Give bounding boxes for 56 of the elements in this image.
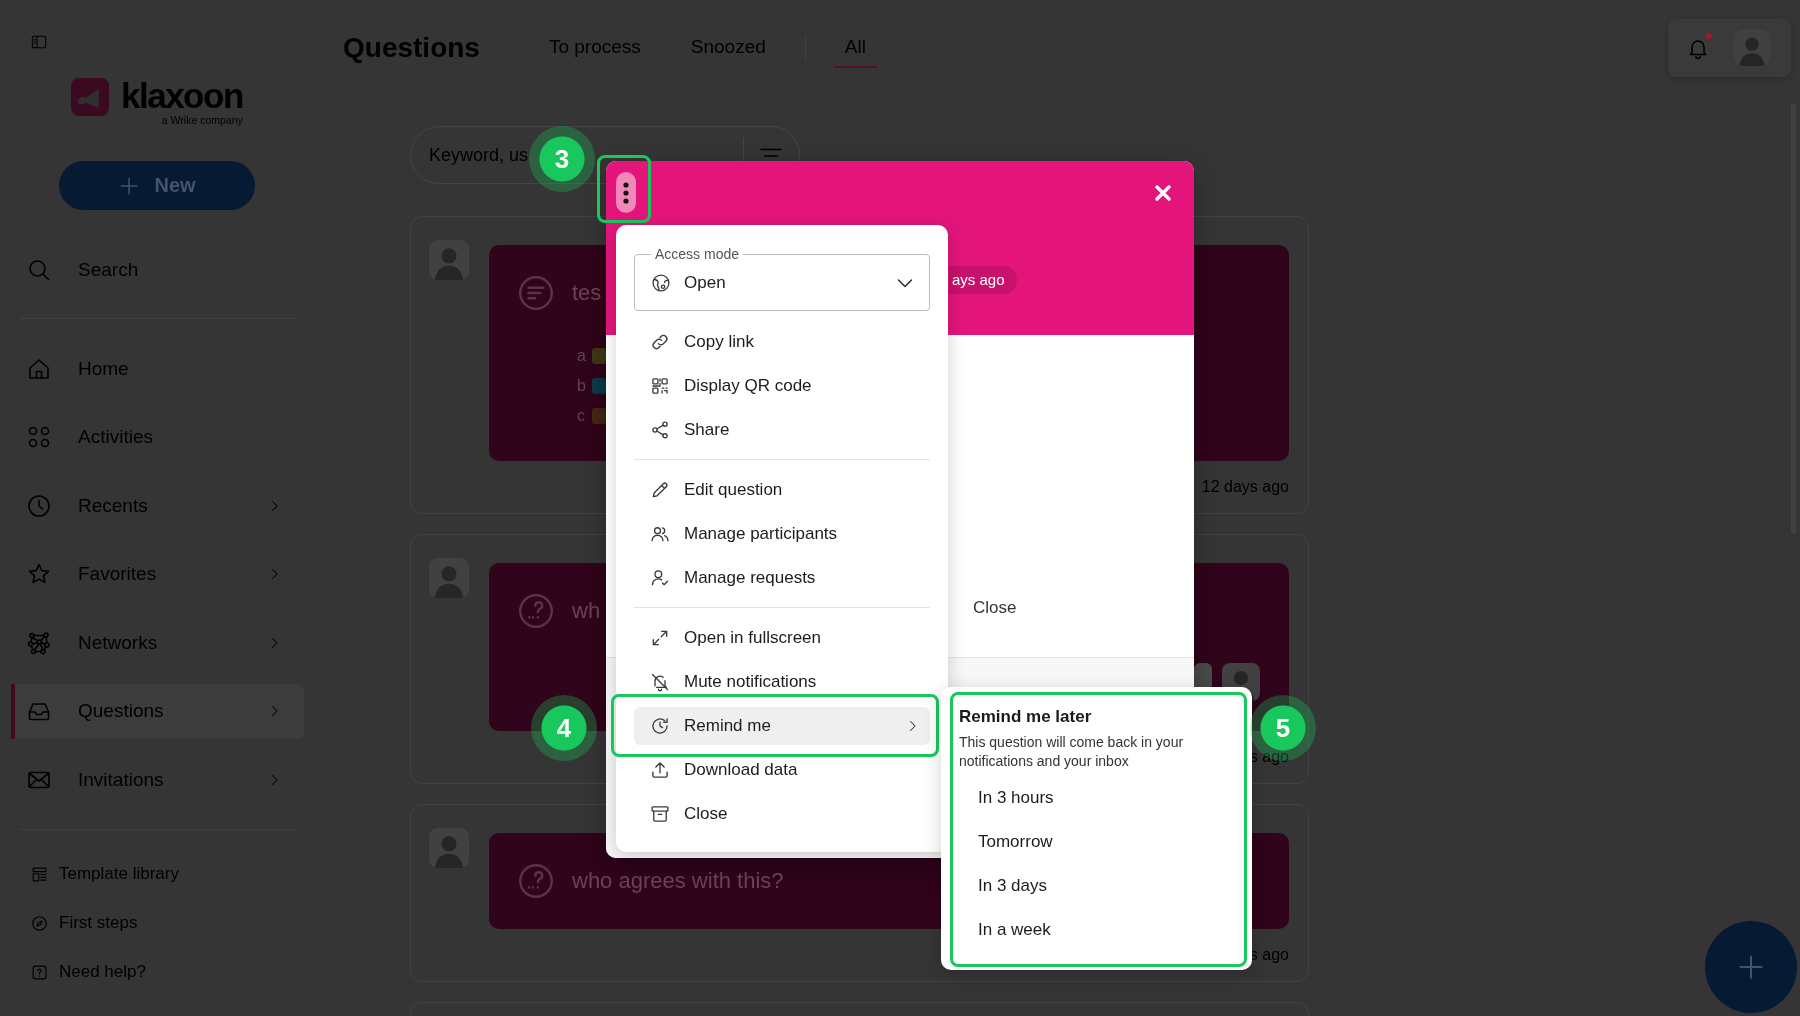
menu-item[interactable]: Download data [634,751,930,789]
clock-arrow-icon [650,716,670,736]
archive-icon [650,804,670,824]
qr-code-icon [650,376,670,396]
question-icon [518,863,554,899]
filter-icon[interactable] [759,148,783,158]
step-badge: 4 [531,695,597,761]
submenu-option[interactable]: In a week [959,908,1234,952]
compass-icon [31,914,48,932]
clock-icon [27,493,51,518]
question-title: tes [572,280,602,306]
link-icon [650,332,670,352]
option-label: c [577,407,585,425]
close-button[interactable]: Close [973,598,1017,618]
step-badge: 3 [529,126,595,192]
submenu-description: This question will come back in your notifications and your inbox [959,733,1185,771]
avatar-icon [429,558,469,598]
list-icon [518,275,554,311]
home-icon [27,356,51,381]
chevron-down-icon [897,277,913,289]
option-label: a [577,347,585,365]
time-tag: ays ago [949,266,1017,294]
menu-item[interactable]: Remind me [634,707,930,745]
share-icon [650,420,670,440]
submenu-title: Remind me later [959,707,1093,727]
users-icon [650,524,670,544]
globe-icon [651,273,671,293]
menu-item[interactable]: Display QR code [634,367,930,405]
submenu-option[interactable]: In 3 days [959,864,1234,908]
upload-icon [650,760,670,780]
question-title: wh [572,598,601,624]
menu-item[interactable]: Open in fullscreen [634,619,930,657]
search-icon [27,257,51,282]
dots-icon [623,181,629,204]
menu-item[interactable]: Edit question [634,471,930,509]
bell-off-icon [650,672,670,692]
menu-item[interactable]: Copy link [634,323,930,361]
menu-item[interactable]: Manage requests [634,559,930,597]
user-check-icon [650,568,670,588]
pencil-icon [650,480,670,500]
more-button[interactable] [616,172,636,213]
access-mode-dropdown[interactable]: Access mode Open [634,246,930,311]
question-title: who agrees with this? [572,868,784,894]
submenu-option[interactable]: Tomorrow [959,820,1234,864]
help-icon [31,963,48,981]
menu-item[interactable]: Share [634,411,930,449]
circles-icon [27,425,51,450]
layout-icon [31,865,48,883]
avatar-icon[interactable] [1734,30,1770,66]
logo-icon [71,78,109,116]
sidebar-icon[interactable] [29,34,49,50]
option-label: b [577,377,585,395]
menu-item[interactable]: Manage participants [634,515,930,553]
question-icon [518,593,554,629]
expand-icon [650,628,670,648]
network-icon [27,630,51,655]
